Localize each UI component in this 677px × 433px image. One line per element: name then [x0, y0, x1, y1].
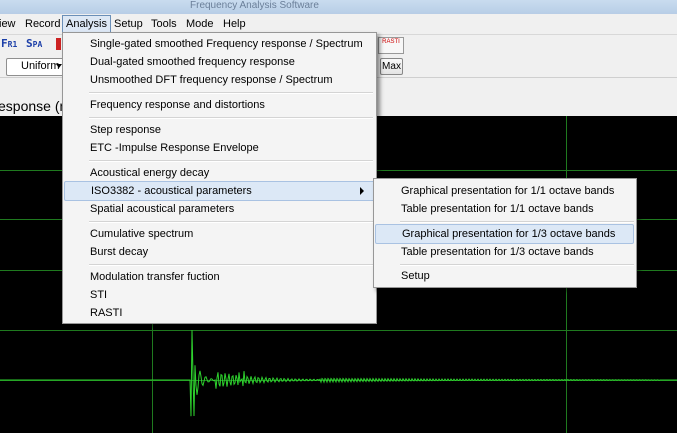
- fr1-button[interactable]: FR1: [1, 37, 17, 50]
- menu-item-sti[interactable]: STI: [63, 286, 376, 304]
- submenu-arrow-icon: [360, 187, 364, 195]
- menu-separator: [89, 117, 373, 119]
- menu-item-single-gated[interactable]: Single-gated smoothed Frequency response…: [63, 35, 376, 53]
- menu-item-mtf[interactable]: Modulation transfer fuction: [63, 268, 376, 286]
- iso3382-submenu: Graphical presentation for 1/1 octave ba…: [373, 178, 637, 288]
- menu-separator: [89, 264, 373, 266]
- window-title: Frequency Analysis Software: [190, 0, 319, 11]
- menu-item-energy-decay[interactable]: Acoustical energy decay: [63, 164, 376, 182]
- menu-separator: [89, 160, 373, 162]
- impulse-response-trace: [0, 329, 677, 417]
- menu-record[interactable]: Record: [22, 16, 63, 32]
- menu-tools[interactable]: Tools: [148, 16, 180, 32]
- menu-separator: [89, 221, 373, 223]
- menu-item-iso3382[interactable]: ISO3382 - acoustical parameters: [64, 181, 375, 201]
- menu-separator: [89, 92, 373, 94]
- menu-separator: [400, 264, 634, 266]
- menu-item-cumulative-spectrum[interactable]: Cumulative spectrum: [63, 225, 376, 243]
- menu-item-rasti[interactable]: RASTI: [63, 304, 376, 322]
- menu-item-frequency-distortions[interactable]: Frequency response and distortions: [63, 96, 376, 114]
- menu-view[interactable]: iew: [0, 16, 19, 32]
- rasti-toolbar-button[interactable]: RASTI: [378, 37, 404, 54]
- menu-item-burst-decay[interactable]: Burst decay: [63, 243, 376, 261]
- submenu-item-table-octave[interactable]: Table presentation for 1/1 octave bands: [374, 200, 636, 218]
- menu-separator: [400, 221, 634, 223]
- menu-item-etc[interactable]: ETC -Impulse Response Envelope: [63, 139, 376, 157]
- submenu-item-graph-octave[interactable]: Graphical presentation for 1/1 octave ba…: [374, 182, 636, 200]
- spa-button[interactable]: SPA: [26, 37, 42, 50]
- max-button[interactable]: Max: [380, 58, 403, 75]
- menu-help[interactable]: Help: [220, 16, 249, 32]
- window-type-select[interactable]: Uniform: [6, 58, 66, 76]
- menu-mode[interactable]: Mode: [183, 16, 217, 32]
- submenu-item-table-third-octave[interactable]: Table presentation for 1/3 octave bands: [374, 243, 636, 261]
- record-indicator-icon[interactable]: [56, 38, 61, 50]
- submenu-item-setup[interactable]: Setup: [374, 267, 636, 285]
- graph-title: esponse (m: [0, 98, 72, 114]
- window-type-value: Uniform: [21, 60, 60, 72]
- menu-analysis[interactable]: Analysis: [62, 15, 111, 33]
- menu-setup[interactable]: Setup: [111, 16, 146, 32]
- menu-item-spatial-parameters[interactable]: Spatial acoustical parameters: [63, 200, 376, 218]
- analysis-dropdown-menu: Single-gated smoothed Frequency response…: [62, 32, 377, 324]
- menu-item-unsmoothed-dft[interactable]: Unsmoothed DFT frequency response / Spec…: [63, 71, 376, 89]
- window-titlebar: Frequency Analysis Software: [0, 0, 677, 14]
- submenu-item-graph-third-octave[interactable]: Graphical presentation for 1/3 octave ba…: [375, 224, 634, 244]
- menu-item-dual-gated[interactable]: Dual-gated smoothed frequency response: [63, 53, 376, 71]
- menu-item-step-response[interactable]: Step response: [63, 121, 376, 139]
